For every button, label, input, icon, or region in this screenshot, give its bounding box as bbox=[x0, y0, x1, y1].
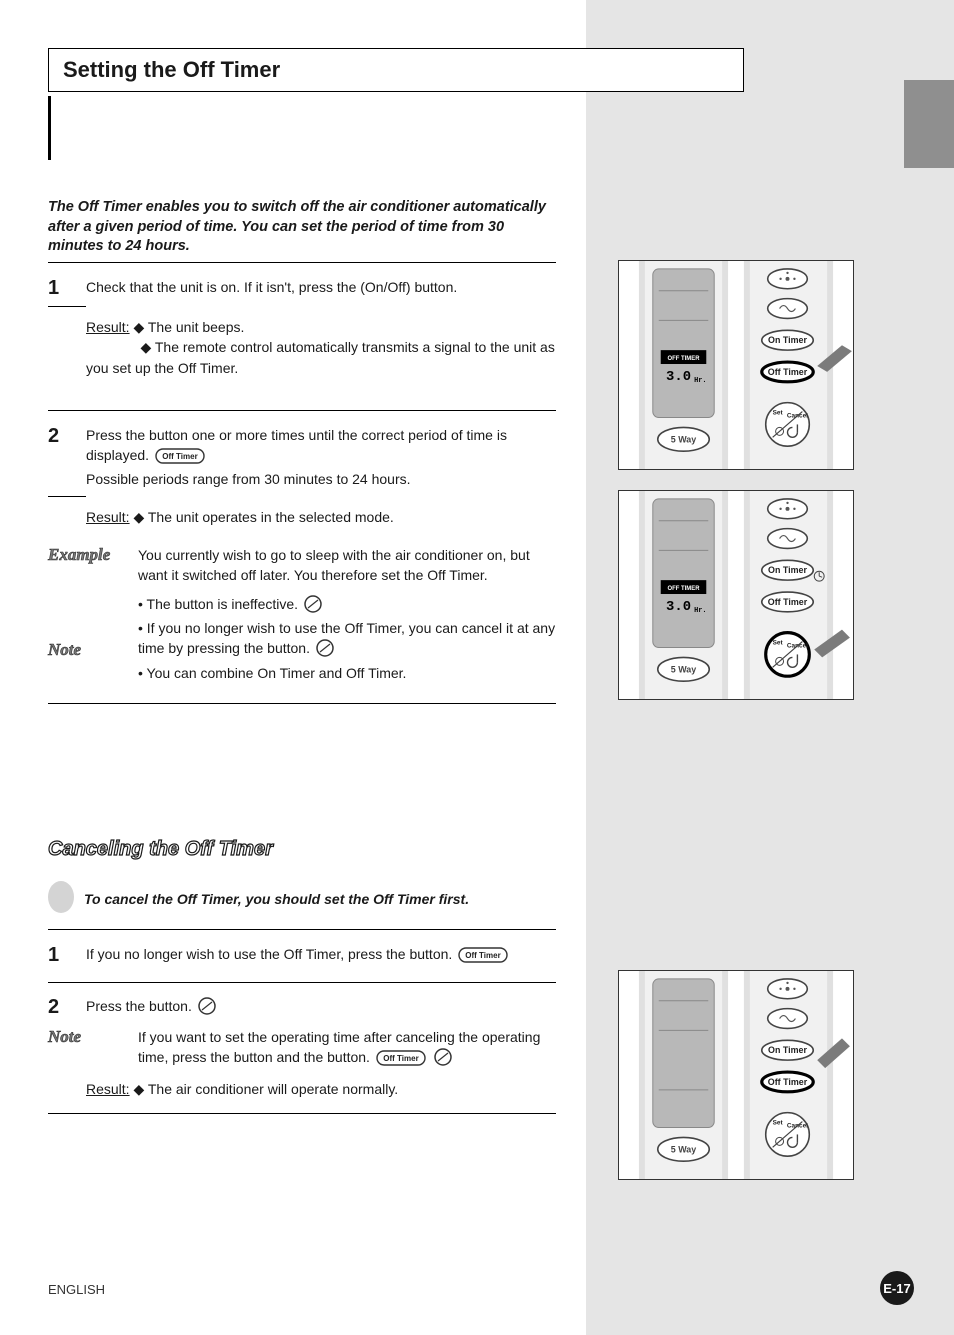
svg-text:Hr.: Hr. bbox=[694, 607, 706, 615]
svg-text:5 Way: 5 Way bbox=[671, 664, 696, 674]
step-underline bbox=[48, 306, 86, 307]
step-1-body: Check that the unit is on. If it isn't, … bbox=[86, 277, 556, 300]
cancel-note-body: If you want to set the operating time af… bbox=[138, 1027, 556, 1072]
step-2a: Press the button one or more times until… bbox=[86, 427, 507, 463]
set-cancel-inline-icon bbox=[198, 997, 216, 1020]
lcd-unit: Hr. bbox=[694, 377, 706, 385]
example-block: Example You currently wish to go to slee… bbox=[48, 545, 556, 586]
lcd-value: 3.0 bbox=[666, 369, 691, 385]
note-2: • If you no longer wish to use the Off T… bbox=[138, 620, 555, 656]
off-timer-button-inline-icon: Off Timer bbox=[155, 448, 205, 469]
result-text: The unit operates in the selected mode. bbox=[148, 509, 394, 525]
svg-text:Off Timer: Off Timer bbox=[162, 452, 197, 461]
result-b: The remote control automatically transmi… bbox=[86, 339, 555, 375]
five-way-button-label: 5 Way bbox=[671, 434, 696, 444]
cancel-step-2-body: Press the button. bbox=[86, 996, 556, 1020]
step-2-result: Result: ◆ The unit operates in the selec… bbox=[86, 507, 556, 527]
lcd-label: OFF TIMER bbox=[668, 356, 701, 362]
step-2: 2 Press the button one or more times unt… bbox=[48, 425, 556, 490]
note-1: • The button is ineffective. bbox=[138, 596, 298, 612]
step-1-text: Check that the unit is on. If it isn't, … bbox=[86, 279, 457, 295]
set-cancel-inline-icon bbox=[304, 595, 322, 618]
bullet-icon bbox=[48, 881, 74, 913]
language-label: ENGLISH bbox=[48, 1282, 105, 1297]
divider bbox=[48, 929, 556, 930]
svg-text:3.0: 3.0 bbox=[666, 599, 691, 615]
cancel-note-text: If you want to set the operating time af… bbox=[138, 1029, 540, 1065]
cancel-step-2: 2 Press the button. bbox=[48, 996, 556, 1020]
cancel-step-1-text: If you no longer wish to use the Off Tim… bbox=[86, 946, 452, 962]
remote-figure-2: OFF TIMER 3.0 Hr. 5 Way On Timer Off Tim… bbox=[618, 490, 854, 700]
manual-page: Setting the Off Timer The Off Timer enab… bbox=[0, 0, 954, 1335]
cancel-step-1-body: If you no longer wish to use the Off Tim… bbox=[86, 944, 556, 968]
svg-text:Off Timer: Off Timer bbox=[465, 951, 500, 960]
cancel-result-text: The air conditioner will operate normall… bbox=[148, 1081, 398, 1097]
off-timer-button-inline-icon: Off Timer bbox=[458, 947, 508, 968]
set-label: Set bbox=[773, 410, 784, 417]
set-cancel-inline-icon bbox=[316, 639, 334, 662]
divider bbox=[48, 982, 556, 983]
page-number: E-17 bbox=[883, 1281, 910, 1296]
svg-text:On Timer: On Timer bbox=[768, 1045, 807, 1055]
svg-text:5 Way: 5 Way bbox=[671, 1144, 696, 1154]
svg-text:OFF TIMER: OFF TIMER bbox=[668, 586, 701, 592]
svg-text:Cancel: Cancel bbox=[787, 1122, 808, 1129]
result-a: The unit beeps. bbox=[148, 319, 245, 335]
divider bbox=[48, 262, 556, 263]
cancel-result: Result: ◆ The air conditioner will opera… bbox=[86, 1079, 556, 1099]
cancel-note-block: Note If you want to set the operating ti… bbox=[48, 1027, 556, 1072]
set-timer-section: 1 Check that the unit is on. If it isn't… bbox=[48, 262, 556, 704]
note-label: Note bbox=[48, 1027, 128, 1047]
page-number-badge: E-17 bbox=[880, 1271, 914, 1305]
example-body: You currently wish to go to sleep with t… bbox=[138, 545, 556, 586]
step-number: 2 bbox=[48, 996, 72, 1020]
cancel-timer-section: Canceling the Off Timer To cancel the Of… bbox=[48, 780, 556, 1114]
svg-text:Off Timer: Off Timer bbox=[768, 597, 808, 607]
svg-text:Cancel: Cancel bbox=[787, 642, 808, 649]
divider bbox=[48, 1113, 556, 1114]
cancel-step-2-text: Press the button. bbox=[86, 998, 192, 1014]
divider bbox=[48, 703, 556, 704]
step-number: 2 bbox=[48, 425, 72, 490]
result-label: Result: bbox=[86, 1081, 130, 1097]
intro-paragraph: The Off Timer enables you to switch off … bbox=[48, 198, 548, 257]
svg-text:Set: Set bbox=[773, 640, 784, 647]
page-title: Setting the Off Timer bbox=[48, 48, 744, 92]
on-timer-button-label: On Timer bbox=[768, 335, 807, 345]
remote-figure-1: OFF TIMER 3.0 Hr. 5 Way On Timer Off Tim… bbox=[618, 260, 854, 470]
divider bbox=[48, 410, 556, 411]
step-number: 1 bbox=[48, 944, 72, 968]
off-timer-button-inline-icon: Off Timer bbox=[376, 1050, 426, 1071]
remote-figure-3: 5 Way On Timer Off Timer Set Cancel bbox=[618, 970, 854, 1180]
page-title-text: Setting the Off Timer bbox=[63, 57, 280, 83]
cancel-intro-text: To cancel the Off Timer, you should set … bbox=[84, 889, 556, 909]
step-number: 1 bbox=[48, 277, 72, 300]
svg-text:Off Timer: Off Timer bbox=[383, 1054, 418, 1063]
step-2b: Possible periods range from 30 minutes t… bbox=[86, 471, 411, 487]
note-3: • You can combine On Timer and Off Timer… bbox=[138, 665, 406, 681]
example-label: Example bbox=[48, 545, 128, 565]
cancel-label: Cancel bbox=[787, 412, 808, 419]
cancel-step-1: 1 If you no longer wish to use the Off T… bbox=[48, 944, 556, 968]
result-label: Result: bbox=[86, 509, 130, 525]
note-label: Note bbox=[48, 640, 128, 660]
set-cancel-inline-icon bbox=[434, 1048, 452, 1071]
svg-text:Off Timer: Off Timer bbox=[768, 1077, 808, 1087]
section-tab bbox=[904, 80, 954, 168]
svg-text:Set: Set bbox=[773, 1120, 784, 1127]
title-caret bbox=[48, 96, 51, 160]
svg-text:On Timer: On Timer bbox=[768, 565, 807, 575]
step-1-result: Result: ◆ The unit beeps. ◆ The remote c… bbox=[86, 317, 556, 378]
step-1: 1 Check that the unit is on. If it isn't… bbox=[48, 277, 556, 300]
off-timer-button-label: Off Timer bbox=[768, 367, 808, 377]
note-body: • The button is ineffective. • If you no… bbox=[138, 594, 556, 683]
step-underline bbox=[48, 496, 86, 497]
note-block: Note • The button is ineffective. • If y… bbox=[48, 594, 556, 683]
cancel-subtitle: Canceling the Off Timer bbox=[48, 838, 556, 861]
result-label: Result: bbox=[86, 319, 130, 335]
step-2-body: Press the button one or more times until… bbox=[86, 425, 556, 490]
cancel-intro: To cancel the Off Timer, you should set … bbox=[48, 885, 556, 913]
